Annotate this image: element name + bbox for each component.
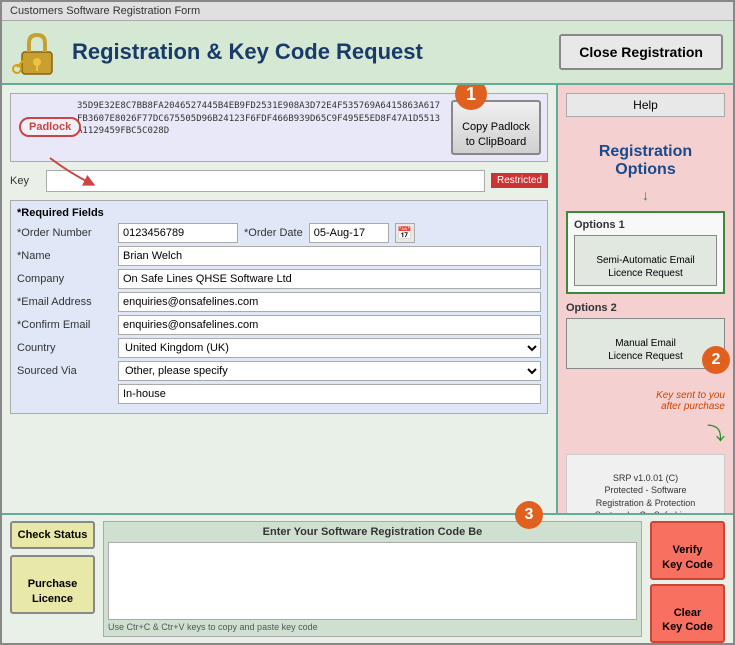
reg-options-arrow: ↓ [566, 187, 725, 203]
left-panel: Padlock 35D9E32E8C7BB8FA2046527445B4EB9F… [2, 85, 558, 513]
inhouse-row [17, 384, 541, 404]
padlock-text: 35D9E32E8C7BB8FA2046527445B4EB9FD2531E90… [77, 100, 443, 138]
padlock-wrapper: Padlock 35D9E32E8C7BB8FA2046527445B4EB9F… [10, 93, 548, 162]
email-label: *Email Address [17, 296, 112, 308]
bottom-center: Enter Your Software Registration Code Be… [103, 521, 642, 637]
help-button[interactable]: Help [566, 93, 725, 117]
clear-key-code-button[interactable]: Clear Key Code [650, 584, 725, 643]
country-row: Country United Kingdom (UK) [17, 338, 541, 358]
right-panel: Help Registration Options ↓ Options 1 Se… [558, 85, 733, 513]
header: Registration & Key Code Request Close Re… [2, 21, 733, 85]
company-input[interactable] [118, 269, 541, 289]
verify-key-code-button[interactable]: Verify Key Code [650, 521, 725, 580]
order-date-input[interactable] [309, 223, 389, 243]
dashed-arrow: ⤵ [566, 420, 725, 446]
header-title: Registration & Key Code Request [72, 39, 423, 65]
code-hint: Use Ctr+C & Ctr+V keys to copy and paste… [108, 622, 637, 632]
restricted-badge: Restricted [491, 173, 548, 188]
purchase-licence-button[interactable]: Purchase Licence [10, 555, 95, 614]
sourced-label: Sourced Via [17, 365, 112, 377]
confirm-email-label: *Confirm Email [17, 319, 112, 331]
padlock-arrow [40, 153, 120, 188]
name-label: *Name [17, 250, 112, 262]
confirm-email-row: *Confirm Email [17, 315, 541, 335]
order-number-input[interactable] [118, 223, 238, 243]
options1-button[interactable]: Semi-Automatic Email Licence Request [574, 235, 717, 286]
badge-2: 2 [702, 346, 730, 374]
title-bar: Customers Software Registration Form [2, 2, 733, 21]
order-row: *Order Number 0123456789 *Order Date 📅 [17, 223, 541, 243]
reg-options-title: Registration Options [566, 125, 725, 179]
sourced-row: Sourced Via Other, please specify [17, 361, 541, 381]
options1-box: Options 1 Semi-Automatic Email Licence R… [566, 211, 725, 294]
name-input[interactable] [118, 246, 541, 266]
padlock-label: Padlock [19, 117, 81, 137]
padlock-section: Padlock 35D9E32E8C7BB8FA2046527445B4EB9F… [10, 93, 548, 162]
email-input[interactable] [118, 292, 541, 312]
logo-icon [12, 27, 62, 77]
company-row: Company [17, 269, 541, 289]
order-number-label: *Order Number [17, 227, 112, 239]
order-date-label: *Order Date [244, 227, 303, 239]
required-section: *Required Fields *Order Number 012345678… [10, 200, 548, 414]
sourced-select[interactable]: Other, please specify [118, 361, 541, 381]
country-select[interactable]: United Kingdom (UK) [118, 338, 541, 358]
bottom-right-buttons: Verify Key Code Clear Key Code [650, 521, 725, 637]
options2-label: Options 2 [566, 302, 725, 314]
main-window: Customers Software Registration Form [0, 0, 735, 645]
key-field-label: Key [10, 175, 40, 187]
close-registration-button[interactable]: Close Registration [559, 34, 723, 70]
registration-code-input[interactable] [108, 542, 637, 620]
badge-3: 3 [515, 501, 543, 529]
required-title: *Required Fields [17, 207, 541, 219]
inhouse-input[interactable] [118, 384, 541, 404]
bottom-left: Check Status Purchase Licence [10, 521, 95, 637]
options1-label: Options 1 [574, 219, 717, 231]
country-label: Country [17, 342, 112, 354]
email-row: *Email Address [17, 292, 541, 312]
name-row: *Name [17, 246, 541, 266]
key-sent-text: Key sent to you after purchase [566, 379, 725, 412]
bottom-section: 3 Check Status Purchase Licence Enter Yo… [2, 513, 733, 643]
registration-code-title: Enter Your Software Registration Code Be [108, 526, 637, 538]
header-left: Registration & Key Code Request [12, 27, 423, 77]
confirm-email-input[interactable] [118, 315, 541, 335]
main-content: Padlock 35D9E32E8C7BB8FA2046527445B4EB9F… [2, 85, 733, 513]
calendar-icon[interactable]: 📅 [395, 223, 415, 243]
srp-text: SRP v1.0.01 (C) Protected - Software Reg… [566, 454, 725, 513]
company-label: Company [17, 273, 112, 285]
options2-section: Options 2 Manual Email Licence Request 2 [566, 302, 725, 369]
check-status-button[interactable]: Check Status [10, 521, 95, 549]
window-title: Customers Software Registration Form [10, 5, 200, 17]
